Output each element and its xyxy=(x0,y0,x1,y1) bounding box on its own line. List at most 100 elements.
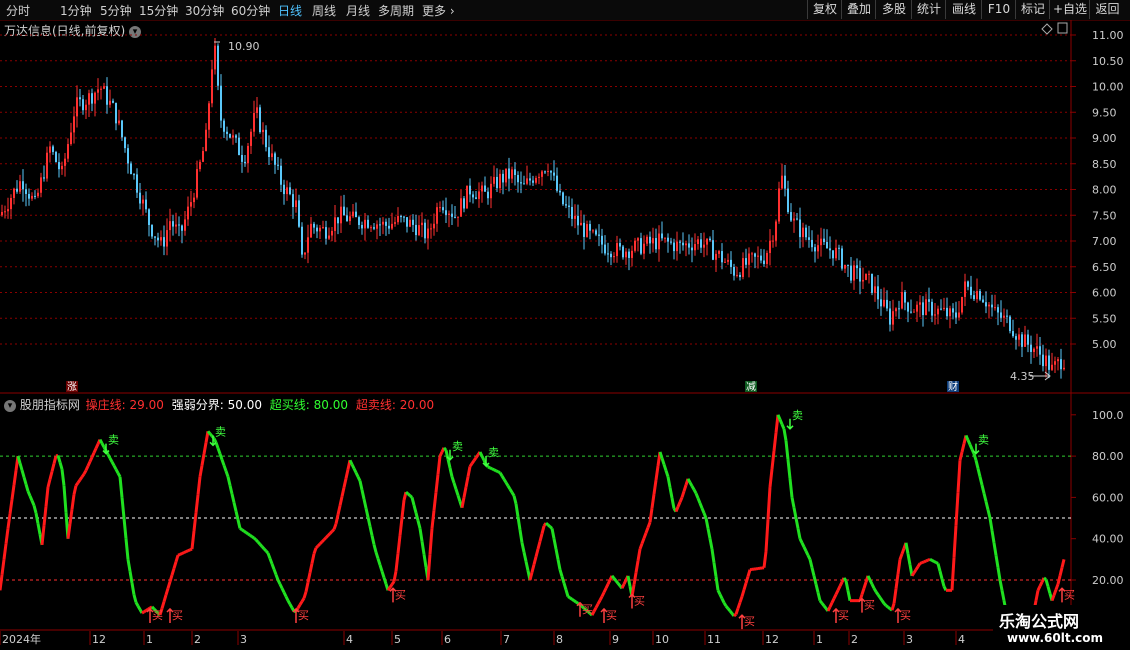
watermark-url: www.60lt.com xyxy=(1007,631,1104,645)
indicator-segment xyxy=(610,574,616,580)
indicator-segment xyxy=(110,461,116,467)
candle-body xyxy=(355,211,357,218)
indicator-segment xyxy=(512,495,518,505)
indicator-segment xyxy=(116,472,122,478)
price-gridlines xyxy=(0,34,1071,345)
time-tick-label: 1 xyxy=(816,633,823,646)
candle-body xyxy=(1060,359,1062,370)
indicator-segment xyxy=(208,432,214,438)
candle-body xyxy=(418,225,420,236)
indicator-segment xyxy=(442,446,448,452)
indicator-segment xyxy=(60,468,66,487)
candle-body xyxy=(25,189,27,194)
candle-body xyxy=(970,286,972,296)
candle-body xyxy=(157,237,159,241)
indicator-segment xyxy=(8,499,14,515)
indicator-segment xyxy=(350,463,356,470)
candle-body xyxy=(823,238,825,242)
indicator-segment xyxy=(670,497,676,509)
stock-chart[interactable]: 11.00 10.50 10.00 9.50 9.00 8.50 8.00 7.50 7.00 6… xyxy=(0,0,1130,650)
indicator-segment xyxy=(187,548,191,553)
indicator-segment xyxy=(846,590,852,601)
indicator-segment xyxy=(181,551,185,555)
indicator-segment xyxy=(862,581,868,589)
candle-body xyxy=(82,99,84,111)
indicator-segment xyxy=(547,523,551,528)
indicator-segment xyxy=(558,569,564,577)
indicator-segment xyxy=(398,517,404,536)
candle-body xyxy=(16,188,18,192)
indicator-segment xyxy=(654,465,660,481)
indicator-segment xyxy=(1043,576,1047,581)
candle-body xyxy=(214,45,216,70)
indicator-segment xyxy=(216,447,222,455)
indicator-segment xyxy=(474,454,480,459)
indicator-segment xyxy=(495,469,499,474)
indicator-segment xyxy=(778,418,784,425)
candle-body xyxy=(412,219,414,225)
candle-body xyxy=(844,264,846,269)
indicator-segment xyxy=(202,442,208,455)
indicator-segment xyxy=(872,587,878,593)
candle-body xyxy=(334,217,336,231)
indicator-segment xyxy=(940,578,946,587)
indicator-segment xyxy=(616,582,622,587)
indicator-segment xyxy=(594,603,600,609)
time-axis: 2024年1212345678910111212345 xyxy=(0,631,1012,646)
indicator-segment xyxy=(336,505,342,516)
candle-body xyxy=(151,224,153,237)
candle-body xyxy=(472,194,474,198)
candle-body xyxy=(853,265,855,281)
indicator-segment xyxy=(12,470,18,486)
indicator-segment xyxy=(996,567,1002,581)
candle-body xyxy=(469,185,471,195)
event-markers: 涨 减 财 xyxy=(66,380,959,393)
indicator-segment xyxy=(958,451,964,461)
indicator-segment xyxy=(448,467,454,478)
maximize-icon[interactable] xyxy=(1057,22,1068,34)
indicator-segment xyxy=(194,494,200,514)
indicator-segment xyxy=(952,525,958,558)
indicator-segment xyxy=(868,579,874,585)
buy-signal-label: 买 xyxy=(172,609,183,622)
indicator-segment xyxy=(70,494,76,510)
candle-body xyxy=(1018,334,1020,340)
candle-body xyxy=(826,241,828,249)
indicator-segment xyxy=(644,527,650,534)
candle-body xyxy=(898,308,900,310)
candle-body xyxy=(709,238,711,241)
indicator-segment xyxy=(816,592,822,602)
candle-body xyxy=(52,146,54,152)
candle-body xyxy=(643,243,645,254)
candle-body xyxy=(376,224,378,229)
indicator-segment xyxy=(282,591,288,598)
candle-body xyxy=(37,192,39,197)
price-annotations: 10.90 4.35 xyxy=(214,40,1051,383)
buy-signal-label: 买 xyxy=(395,588,406,601)
indicator-segment xyxy=(72,485,78,495)
indicator-segment xyxy=(452,482,458,490)
indicator-segment xyxy=(648,507,654,523)
candle-body xyxy=(73,116,75,133)
indicator-segment xyxy=(136,605,142,611)
indicator-segment xyxy=(324,534,330,539)
candle-body xyxy=(949,308,951,317)
sell-signal-label: 卖 xyxy=(108,434,119,447)
indicator-segment xyxy=(26,490,32,497)
candle-body xyxy=(478,191,480,199)
indicator-segment xyxy=(286,599,292,605)
buy-signal-label: 买 xyxy=(634,595,645,608)
candle-body xyxy=(901,292,903,309)
candle-body xyxy=(571,206,573,219)
indicator-segment xyxy=(746,569,752,577)
indicator-segment xyxy=(706,528,712,539)
diamond-icon[interactable] xyxy=(1041,23,1053,35)
buy-signal-label: 买 xyxy=(582,603,593,616)
candle-body xyxy=(76,97,78,117)
indicator-segment xyxy=(266,552,272,560)
candle-body xyxy=(262,129,264,133)
candle-body xyxy=(808,237,810,240)
candle-body xyxy=(460,198,462,217)
high-price-label: 10.90 xyxy=(228,40,260,53)
indicator-segment xyxy=(430,510,436,529)
